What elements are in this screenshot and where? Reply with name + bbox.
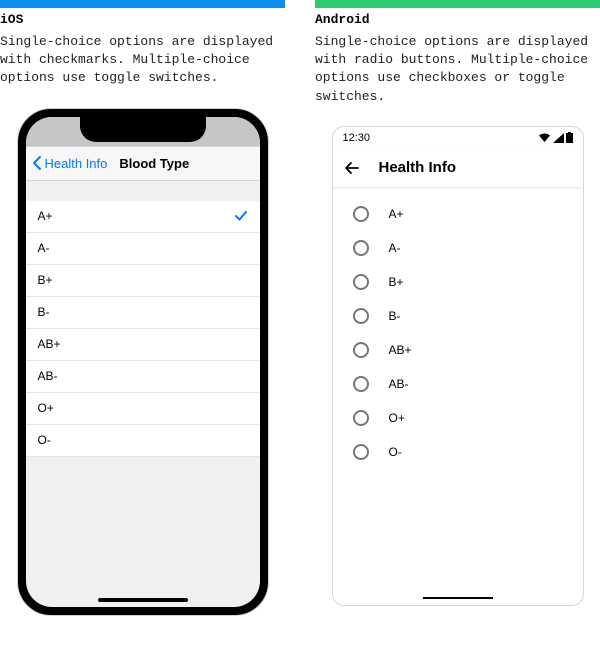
option-label: AB- [38, 369, 58, 383]
list-item[interactable]: A+ [26, 201, 260, 233]
checkmark-icon [234, 210, 248, 222]
ios-description: Single-choice options are displayed with… [0, 33, 285, 88]
option-label: A+ [38, 209, 53, 223]
radio-button[interactable] [353, 308, 369, 324]
list-item[interactable]: B- [26, 297, 260, 329]
option-label: A- [389, 241, 401, 255]
status-time: 12:30 [343, 132, 371, 144]
radio-button[interactable] [353, 444, 369, 460]
option-label: B+ [389, 275, 404, 289]
back-label: Health Info [45, 156, 108, 171]
ios-screen: Health Info Blood Type A+ A- B+ B- AB+ AB- O+ O… [26, 117, 260, 607]
list-item[interactable]: O- [26, 425, 260, 457]
radio-button[interactable] [353, 342, 369, 358]
android-column: Android Single-choice options are displa… [315, 0, 600, 616]
radio-button[interactable] [353, 240, 369, 256]
option-label: A- [38, 241, 50, 255]
ios-device-frame: Health Info Blood Type A+ A- B+ B- AB+ AB- O+ O… [17, 108, 269, 616]
option-label: AB- [389, 377, 409, 391]
status-icons [538, 132, 573, 143]
android-label: Android [315, 12, 600, 27]
list-item[interactable]: B- [333, 299, 583, 333]
chevron-left-icon [30, 155, 44, 171]
radio-button[interactable] [353, 206, 369, 222]
android-description: Single-choice options are displayed with… [315, 33, 600, 106]
android-accent-bar [315, 0, 600, 8]
option-label: B- [38, 305, 50, 319]
back-arrow-icon[interactable] [343, 159, 361, 177]
option-label: A+ [389, 207, 404, 221]
list-item[interactable]: B+ [333, 265, 583, 299]
list-item[interactable]: B+ [26, 265, 260, 297]
option-label: AB+ [389, 343, 412, 357]
list-item[interactable]: AB+ [333, 333, 583, 367]
list-item[interactable]: O+ [333, 401, 583, 435]
gesture-nav-bar[interactable] [423, 597, 493, 599]
page-title: Blood Type [107, 156, 255, 171]
radio-button[interactable] [353, 376, 369, 392]
signal-icon [553, 133, 564, 143]
list-item[interactable]: AB+ [26, 329, 260, 361]
option-label: O+ [38, 401, 54, 415]
battery-icon [566, 132, 573, 143]
wifi-icon [538, 133, 551, 143]
option-label: AB+ [38, 337, 61, 351]
ios-label: iOS [0, 12, 285, 27]
list-item[interactable]: O+ [26, 393, 260, 425]
ios-accent-bar [0, 0, 285, 8]
option-label: O- [38, 433, 51, 447]
ios-options-list: A+ A- B+ B- AB+ AB- O+ O- [26, 201, 260, 457]
list-item[interactable]: A- [333, 231, 583, 265]
option-label: O- [389, 445, 402, 459]
radio-button[interactable] [353, 410, 369, 426]
option-label: O+ [389, 411, 405, 425]
ios-column: iOS Single-choice options are displayed … [0, 0, 285, 616]
list-item[interactable]: AB- [333, 367, 583, 401]
ios-notch [80, 117, 206, 142]
android-status-bar: 12:30 [333, 127, 583, 149]
android-options-list: A+ A- B+ B- AB+ AB- O+ O- [333, 187, 583, 479]
ios-navigation-bar: Health Info Blood Type [26, 147, 260, 181]
list-item[interactable]: AB- [26, 361, 260, 393]
list-item[interactable]: A- [26, 233, 260, 265]
list-item[interactable]: O- [333, 435, 583, 469]
option-label: B+ [38, 273, 53, 287]
android-device-frame: 12:30 Health Info A+ A- B+ B- AB+ AB- O+ O- [332, 126, 584, 606]
android-app-bar: Health Info [333, 149, 583, 187]
back-button[interactable]: Health Info [30, 155, 108, 171]
list-item[interactable]: A+ [333, 197, 583, 231]
page-title: Health Info [379, 159, 457, 176]
home-indicator[interactable] [98, 598, 188, 602]
option-label: B- [389, 309, 401, 323]
radio-button[interactable] [353, 274, 369, 290]
